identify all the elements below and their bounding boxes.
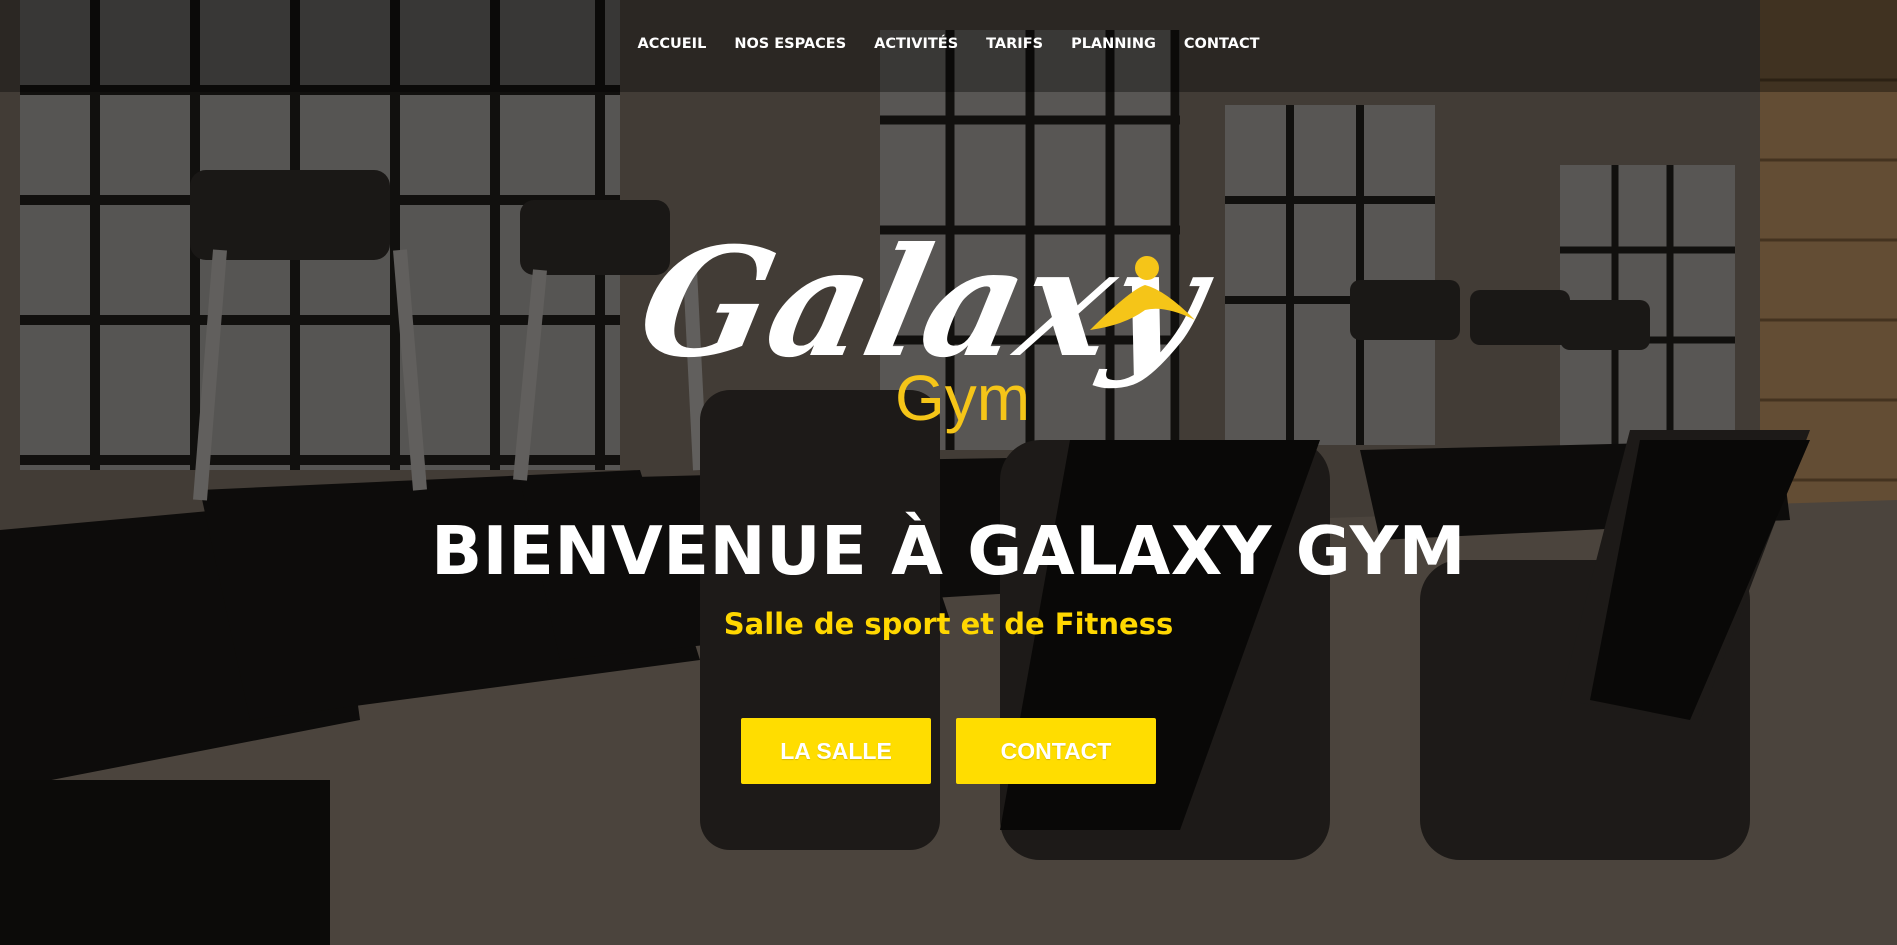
logo-sub-text: Gym	[895, 362, 1030, 434]
la-salle-button[interactable]: LA SALLE	[741, 718, 931, 784]
nav-item-accueil[interactable]: ACCUEIL	[624, 36, 721, 52]
hero-subtitle: Salle de sport et de Fitness	[723, 607, 1174, 641]
nav-item-planning[interactable]: PLANNING	[1057, 36, 1170, 52]
hero-title: BIENVENUE À GALAXY GYM	[431, 512, 1466, 590]
galaxy-gym-logo[interactable]: Galaxy Gym	[620, 180, 1280, 460]
nav-item-nos-espaces[interactable]: NOS ESPACES	[720, 36, 860, 52]
nav-item-activites[interactable]: ACTIVITÉS	[860, 36, 972, 52]
contact-button[interactable]: CONTACT	[956, 718, 1156, 784]
logo-figure-head	[1135, 256, 1159, 280]
nav-item-tarifs[interactable]: TARIFS	[972, 36, 1057, 52]
main-nav: ACCUEIL NOS ESPACES ACTIVITÉS TARIFS PLA…	[0, 36, 1897, 52]
header-bar: ACCUEIL NOS ESPACES ACTIVITÉS TARIFS PLA…	[0, 0, 1897, 92]
hero-buttons: LA SALLE CONTACT	[741, 718, 1156, 784]
hero-background	[0, 0, 1897, 945]
dark-overlay	[0, 0, 1897, 945]
nav-item-contact[interactable]: CONTACT	[1170, 36, 1274, 52]
